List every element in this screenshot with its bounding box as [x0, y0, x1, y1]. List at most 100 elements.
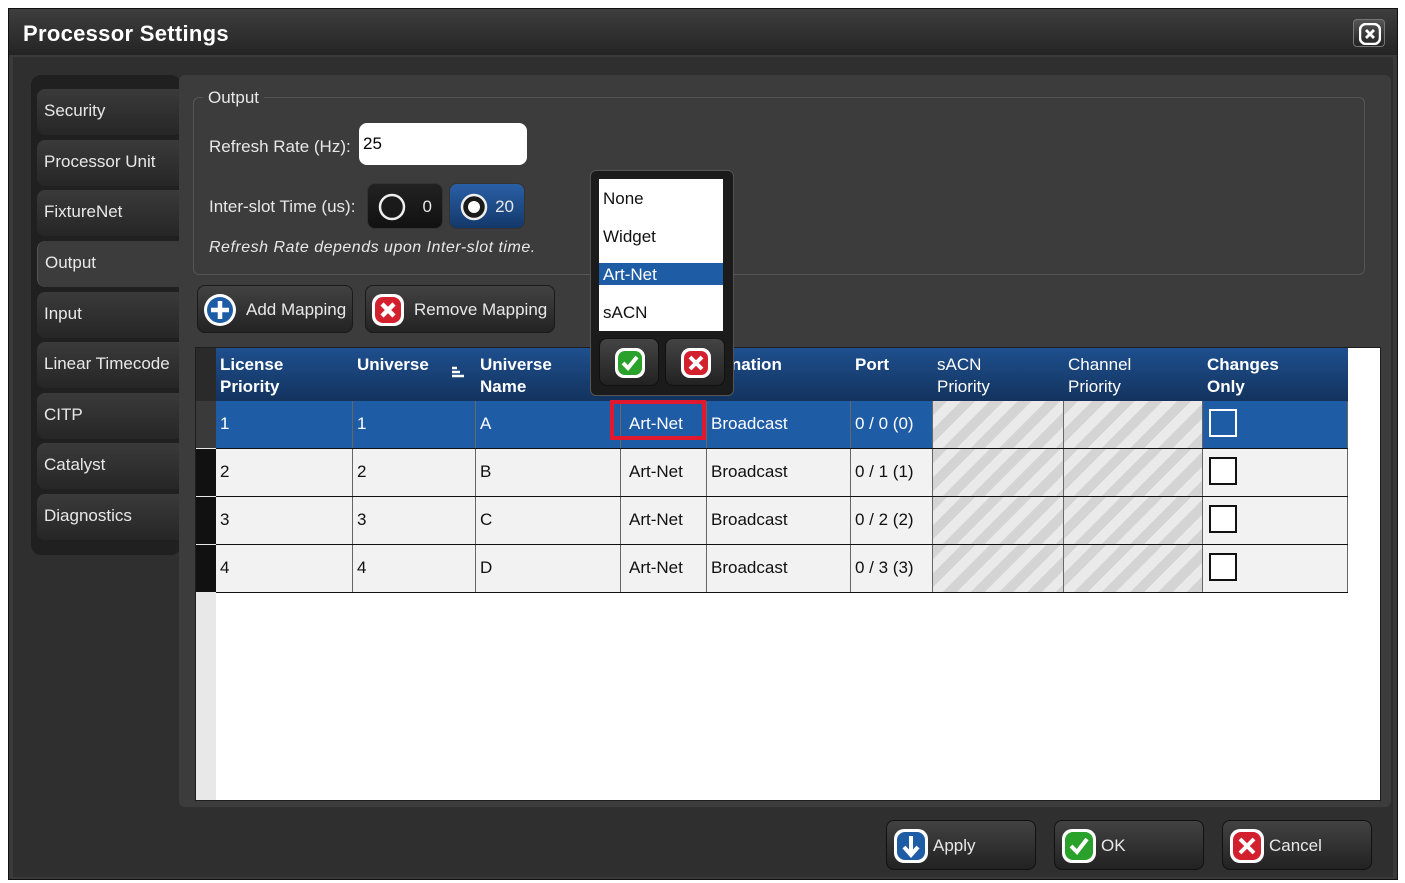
- cell-channel-priority: [1064, 449, 1203, 496]
- row-gutter[interactable]: [196, 401, 216, 448]
- cell-universe[interactable]: 1: [353, 401, 476, 448]
- cell-destination[interactable]: Broadcast: [707, 545, 851, 592]
- radio-value: 0: [422, 197, 432, 216]
- option-sacn[interactable]: sACN: [599, 301, 723, 323]
- changes-only-checkbox[interactable]: [1209, 457, 1237, 485]
- cancel-button[interactable]: Cancel: [1222, 820, 1372, 870]
- interslot-radio-20[interactable]: 20: [449, 183, 525, 229]
- cell-protocol[interactable]: Art-Net: [621, 545, 707, 592]
- interslot-time-label: Inter-slot Time (us):: [209, 197, 356, 216]
- table-row[interactable]: 2 2 B Art-Net Broadcast 0 / 1 (1): [216, 449, 1348, 497]
- cell-license-priority[interactable]: 3: [216, 497, 353, 544]
- title-bar: Processor Settings: [9, 9, 1397, 55]
- tab-diagnostics[interactable]: Diagnostics: [37, 494, 181, 540]
- close-icon: [1359, 23, 1381, 45]
- cell-channel-priority: [1064, 545, 1203, 592]
- cell-sacn-priority: [933, 545, 1064, 592]
- cell-destination[interactable]: Broadcast: [707, 401, 851, 448]
- cell-changes-only: [1203, 401, 1348, 448]
- cell-destination[interactable]: Broadcast: [707, 449, 851, 496]
- cell-universe-name[interactable]: D: [476, 545, 621, 592]
- tab-label: Input: [44, 304, 82, 323]
- ok-button[interactable]: OK: [1054, 820, 1204, 870]
- cell-destination[interactable]: Broadcast: [707, 497, 851, 544]
- sort-icon: [452, 366, 464, 378]
- cell-sacn-priority: [933, 449, 1064, 496]
- tab-label: Catalyst: [44, 455, 106, 474]
- header-sacn-priority[interactable]: sACN Priority: [933, 348, 1064, 401]
- header-port[interactable]: Port: [851, 348, 933, 401]
- radio-unchecked-icon: [378, 193, 406, 221]
- header-channel-priority[interactable]: Channel Priority: [1064, 348, 1203, 401]
- interslot-radio-0[interactable]: 0: [367, 183, 443, 229]
- close-button[interactable]: [1353, 19, 1385, 47]
- table-row[interactable]: 1 1 A Art-Net Broadcast 0 / 0 (0): [216, 401, 1348, 449]
- cell-port[interactable]: 0 / 1 (1): [851, 449, 933, 496]
- cell-protocol[interactable]: Art-Net: [621, 497, 707, 544]
- table-corner: [196, 348, 216, 401]
- mapping-table: License Priority Universe Universe Name …: [195, 347, 1381, 801]
- cancel-icon: [1230, 829, 1264, 863]
- tab-input[interactable]: Input: [37, 292, 181, 338]
- cell-universe-name[interactable]: C: [476, 497, 621, 544]
- output-panel: Output Refresh Rate (Hz): 25 Inter-slot …: [179, 75, 1391, 807]
- apply-button[interactable]: Apply: [886, 820, 1036, 870]
- option-none[interactable]: None: [599, 187, 723, 209]
- dropdown-cancel-button[interactable]: [665, 338, 725, 386]
- tab-citp[interactable]: CITP: [37, 393, 181, 439]
- row-gutter[interactable]: [196, 449, 216, 496]
- tab-label: CITP: [44, 405, 83, 424]
- protocol-options-list: None Widget Art-Net sACN: [599, 179, 723, 331]
- header-changes-only[interactable]: Changes Only: [1203, 348, 1348, 401]
- apply-arrow-icon: [894, 829, 928, 863]
- cell-changes-only: [1203, 545, 1348, 592]
- window-title: Processor Settings: [23, 21, 229, 46]
- remove-mapping-button[interactable]: Remove Mapping: [365, 285, 555, 333]
- cell-license-priority[interactable]: 4: [216, 545, 353, 592]
- tab-label: Output: [45, 253, 97, 272]
- header-universe-label: Universe: [357, 355, 429, 374]
- cell-port[interactable]: 0 / 2 (2): [851, 497, 933, 544]
- row-gutter[interactable]: [196, 497, 216, 544]
- add-mapping-button[interactable]: Add Mapping: [197, 285, 353, 333]
- tab-label: Processor Unit: [44, 152, 156, 171]
- changes-only-checkbox[interactable]: [1209, 553, 1237, 581]
- cell-protocol[interactable]: Art-Net: [621, 449, 707, 496]
- cell-port[interactable]: 0 / 0 (0): [851, 401, 933, 448]
- tab-output[interactable]: Output: [37, 241, 181, 287]
- dropdown-confirm-button[interactable]: [599, 338, 659, 386]
- cell-universe-name[interactable]: B: [476, 449, 621, 496]
- header-license-priority[interactable]: License Priority: [216, 348, 353, 401]
- option-art-net[interactable]: Art-Net: [599, 263, 723, 285]
- tab-catalyst[interactable]: Catalyst: [37, 443, 181, 489]
- cell-sacn-priority: [933, 401, 1064, 448]
- cell-changes-only: [1203, 497, 1348, 544]
- cell-universe[interactable]: 4: [353, 545, 476, 592]
- cell-changes-only: [1203, 449, 1348, 496]
- tab-linear-timecode[interactable]: Linear Timecode: [37, 342, 181, 388]
- radio-value: 20: [495, 197, 514, 216]
- table-row[interactable]: 3 3 C Art-Net Broadcast 0 / 2 (2): [216, 497, 1348, 545]
- tab-security[interactable]: Security: [37, 89, 181, 135]
- tab-processor-unit[interactable]: Processor Unit: [37, 140, 181, 186]
- table-row[interactable]: 4 4 D Art-Net Broadcast 0 / 3 (3): [216, 545, 1348, 593]
- add-mapping-label: Add Mapping: [246, 300, 347, 319]
- apply-label: Apply: [933, 836, 976, 855]
- tab-fixturenet[interactable]: FixtureNet: [37, 190, 181, 236]
- option-widget[interactable]: Widget: [599, 225, 723, 247]
- header-universe[interactable]: Universe: [353, 348, 476, 401]
- cell-port[interactable]: 0 / 3 (3): [851, 545, 933, 592]
- cell-license-priority[interactable]: 1: [216, 401, 353, 448]
- refresh-rate-input[interactable]: 25: [359, 123, 527, 165]
- cell-universe[interactable]: 2: [353, 449, 476, 496]
- cell-universe-name[interactable]: A: [476, 401, 621, 448]
- check-icon: [1062, 829, 1096, 863]
- changes-only-checkbox[interactable]: [1209, 409, 1237, 437]
- changes-only-checkbox[interactable]: [1209, 505, 1237, 533]
- tab-label: FixtureNet: [44, 202, 123, 221]
- cell-sacn-priority: [933, 497, 1064, 544]
- cell-universe[interactable]: 3: [353, 497, 476, 544]
- protocol-cell-highlight: [610, 400, 706, 440]
- cell-license-priority[interactable]: 2: [216, 449, 353, 496]
- row-gutter[interactable]: [196, 545, 216, 592]
